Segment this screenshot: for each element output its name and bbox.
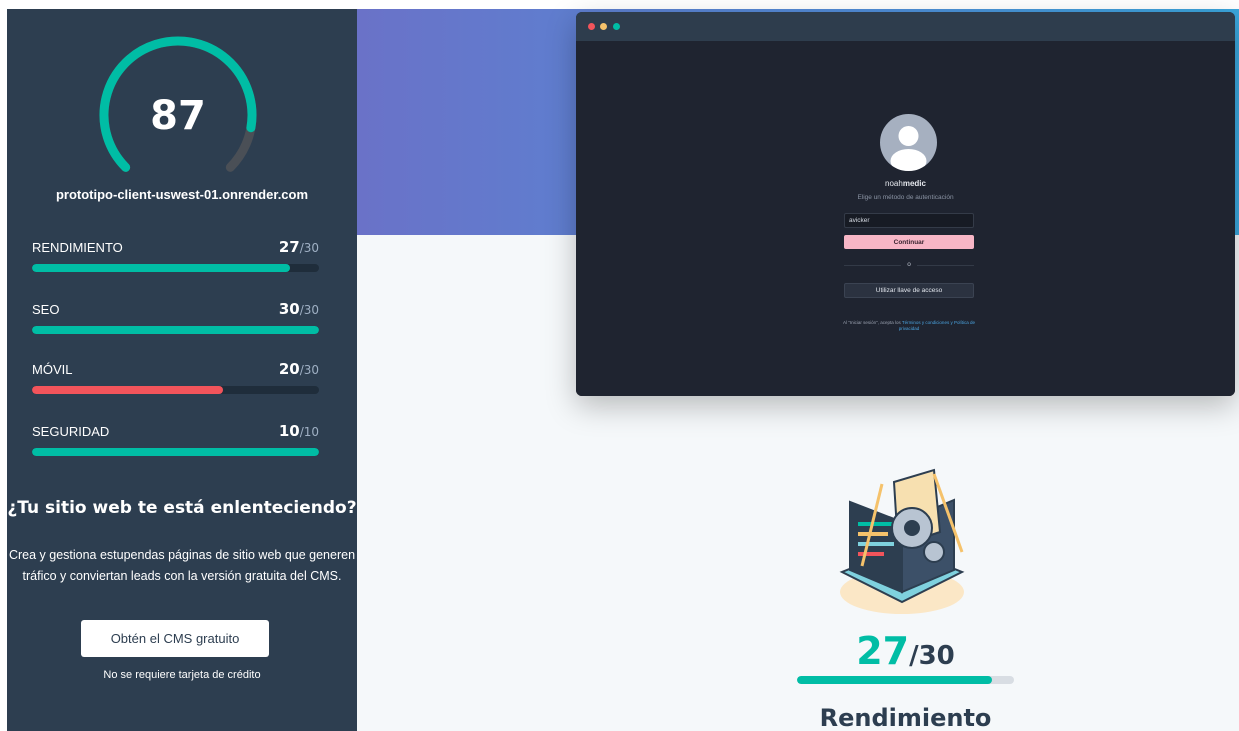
metric-score-max: /30 <box>299 241 319 255</box>
metric-progress-fill <box>32 264 291 272</box>
metric-score-value: 10 <box>278 422 300 440</box>
user-avatar-icon <box>880 114 937 171</box>
promo-title: ¿Tu sitio web te está enlenteciendo? <box>7 498 357 518</box>
metric-label: SEGURIDAD <box>32 424 110 439</box>
metric-score: 27/30 <box>279 238 319 256</box>
metric-score-max: /10 <box>299 425 319 439</box>
score-sidebar: 87 prototipo-client-uswest-01.onrender.c… <box>7 9 357 731</box>
login-page-preview: noahmedic Elige un método de autenticaci… <box>576 41 1235 396</box>
passkey-button[interactable]: Utilizar llave de acceso <box>844 283 974 298</box>
metric-score: 20/30 <box>279 360 319 378</box>
metric-label: MÓVIL <box>32 362 73 377</box>
section-score: 27/30 <box>797 629 1014 673</box>
brand-bold: medic <box>902 179 926 188</box>
get-free-cms-button[interactable]: Obtén el CMS gratuito <box>81 620 269 657</box>
performance-illustration <box>822 462 980 624</box>
metric-progress-track <box>32 386 319 394</box>
metric-progress-fill <box>32 448 319 456</box>
close-dot-icon <box>588 23 595 30</box>
overall-score-gauge: 87 <box>86 29 270 189</box>
promo-text: Crea y gestiona estupendas páginas de si… <box>8 548 356 583</box>
browser-titlebar <box>576 12 1235 41</box>
terms-text: Al "Iniciar sesión", acepta los Términos… <box>841 320 977 332</box>
metric-score-max: /30 <box>299 363 319 377</box>
or-label: o <box>901 261 917 268</box>
section-title: Rendimiento <box>819 704 992 731</box>
terms-prefix: Al "Iniciar sesión", acepta los <box>843 320 902 325</box>
overall-score: 87 <box>150 93 206 139</box>
metric-progress-track <box>32 326 319 334</box>
auth-subtitle: Elige un método de autenticación <box>857 194 954 201</box>
metric-score-max: /30 <box>299 303 319 317</box>
username-input[interactable] <box>844 213 974 228</box>
continue-button[interactable]: Continuar <box>844 235 974 249</box>
metric-progress-fill <box>32 386 224 394</box>
brand-prefix: noah <box>885 179 903 188</box>
metric-progress-fill <box>32 326 319 334</box>
section-score-max: /30 <box>909 641 955 671</box>
metric-score-value: 20 <box>278 360 300 378</box>
cta-note: No se requiere tarjeta de crédito <box>103 669 261 681</box>
metric-score-value: 27 <box>278 238 300 256</box>
metric-label: RENDIMIENTO <box>32 240 123 255</box>
minimize-dot-icon <box>600 23 607 30</box>
metric-score: 30/30 <box>279 300 319 318</box>
section-progress-fill <box>797 676 993 684</box>
metric-progress-track <box>32 264 319 272</box>
metric-progress-track <box>32 448 319 456</box>
section-progress-track <box>797 676 1014 684</box>
terms-link[interactable]: Términos y condiciones y Política de pri… <box>899 320 975 331</box>
site-screenshot: noahmedic Elige un método de autenticaci… <box>576 12 1235 396</box>
metric-label: SEO <box>32 302 60 317</box>
brand-logo: noahmedic <box>576 179 1235 188</box>
site-domain: prototipo-client-uswest-01.onrender.com <box>55 187 309 202</box>
section-score-value: 27 <box>856 629 910 673</box>
metric-score-value: 30 <box>278 300 300 318</box>
metric-score: 10/10 <box>279 422 319 440</box>
maximize-dot-icon <box>613 23 620 30</box>
